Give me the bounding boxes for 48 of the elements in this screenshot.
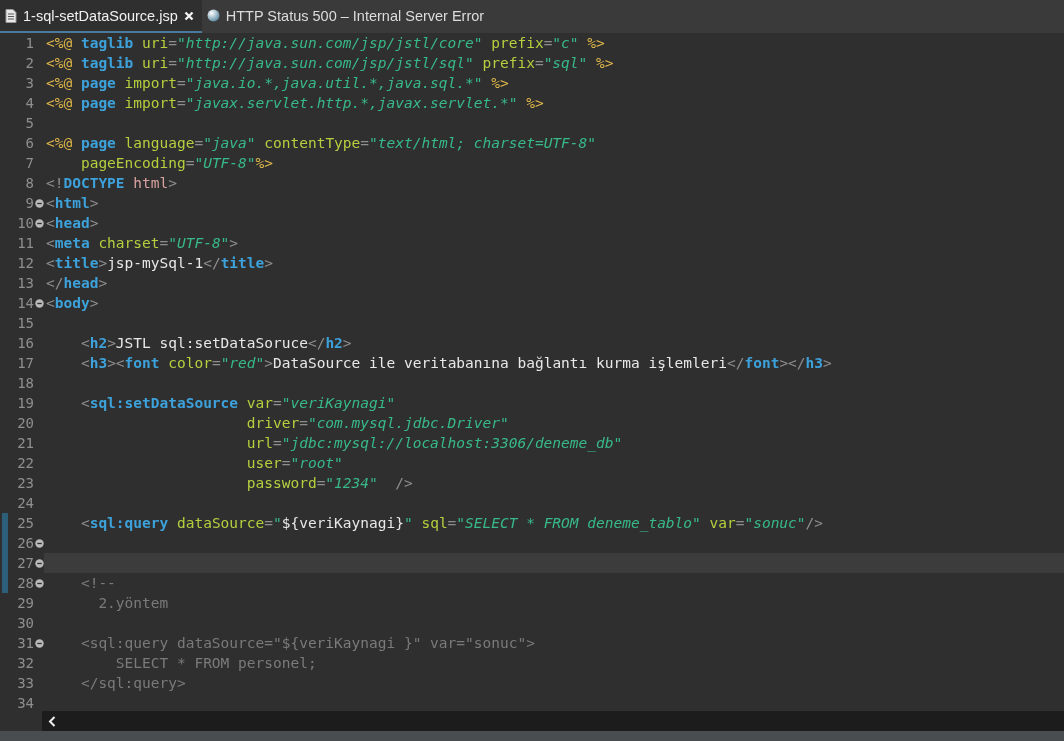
fold-icon[interactable] — [34, 578, 44, 588]
line-number: 14 — [16, 294, 34, 313]
line-number: 18 — [16, 374, 34, 393]
line-number: 32 — [16, 654, 34, 673]
line-number: 30 — [16, 614, 34, 633]
line-number: 13 — [16, 274, 34, 293]
line-number: 2 — [24, 54, 34, 73]
line-number: 29 — [16, 594, 34, 613]
line-number: 23 — [16, 474, 34, 493]
horizontal-scrollbar[interactable] — [42, 711, 1064, 731]
line-number: 34 — [16, 694, 34, 711]
line-number: 11 — [16, 234, 34, 253]
editor-tab[interactable]: 1-sql-setDataSource.jsp — [0, 0, 202, 33]
line-number: 9 — [24, 194, 34, 213]
line-number: 7 — [24, 154, 34, 173]
fold-icon[interactable] — [34, 538, 44, 548]
fold-icon[interactable] — [34, 298, 44, 308]
close-icon[interactable] — [183, 10, 194, 21]
line-number: 12 — [16, 254, 34, 273]
line-number: 6 — [24, 134, 34, 153]
line-number: 10 — [16, 214, 34, 233]
line-number: 28 — [16, 574, 34, 593]
line-number: 19 — [16, 394, 34, 413]
line-number: 31 — [16, 634, 34, 653]
editor-tab[interactable]: HTTP Status 500 – Internal Server Error — [201, 0, 493, 33]
fold-icon[interactable] — [34, 638, 44, 648]
line-number: 5 — [24, 114, 34, 133]
line-number: 20 — [16, 414, 34, 433]
line-number: 33 — [16, 674, 34, 693]
line-number: 4 — [24, 94, 34, 113]
line-number: 3 — [24, 74, 34, 93]
line-number: 17 — [16, 354, 34, 373]
line-number: 24 — [16, 494, 34, 513]
file-icon — [5, 8, 17, 23]
line-number: 22 — [16, 454, 34, 473]
scroll-left-icon[interactable] — [48, 715, 56, 727]
fold-icon[interactable] — [34, 558, 44, 568]
globe-icon — [206, 9, 220, 22]
line-number: 27 — [16, 554, 34, 573]
line-number: 1 — [24, 34, 34, 53]
fold-icon[interactable] — [34, 198, 44, 208]
line-number: 15 — [16, 314, 34, 333]
line-number: 26 — [16, 534, 34, 553]
fold-icon[interactable] — [34, 218, 44, 228]
line-number: 21 — [16, 434, 34, 453]
line-number: 25 — [16, 514, 34, 533]
line-number: 8 — [24, 174, 34, 193]
line-number: 16 — [16, 334, 34, 353]
